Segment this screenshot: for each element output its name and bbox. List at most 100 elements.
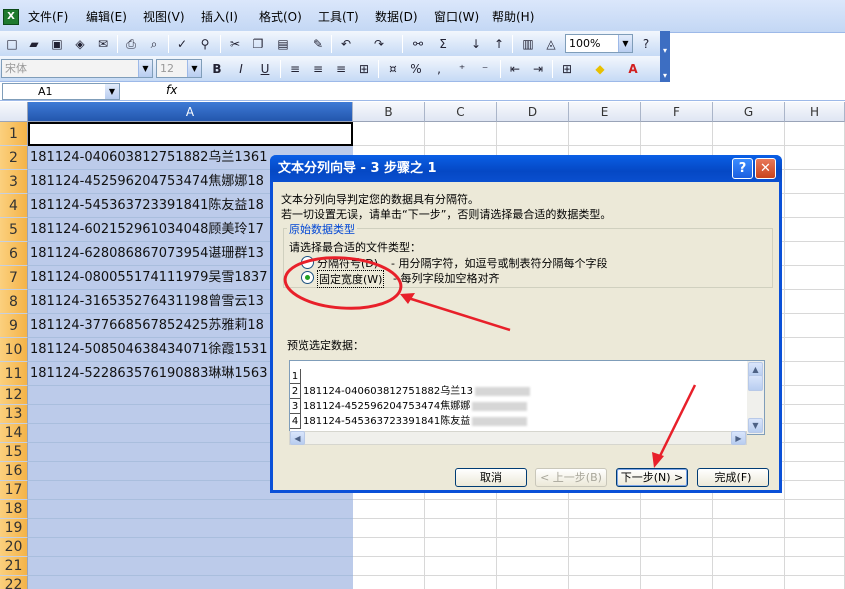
zoom-combo[interactable]: 100% ▼ xyxy=(565,34,633,53)
row-header[interactable]: 6 xyxy=(0,242,28,266)
menu-file[interactable]: 文件(F) xyxy=(28,8,68,25)
row-header[interactable]: 15 xyxy=(0,443,28,462)
comma-style-icon[interactable]: , xyxy=(430,60,448,78)
align-left-icon[interactable]: ≡ xyxy=(286,60,304,78)
print-preview-icon[interactable]: ⌕ xyxy=(145,35,163,53)
drawing-icon[interactable]: ◬ xyxy=(542,35,560,53)
menu-data[interactable]: 数据(D) xyxy=(375,8,418,25)
row-header[interactable]: 18 xyxy=(0,500,28,519)
menu-window[interactable]: 窗口(W) xyxy=(434,8,479,25)
redo-icon[interactable]: ↷ xyxy=(370,35,388,53)
format-painter-icon[interactable]: ✎ xyxy=(309,35,327,53)
font-size-combo[interactable]: 12 ▼ xyxy=(156,59,202,78)
scroll-right-icon[interactable]: ▶ xyxy=(731,431,746,445)
align-right-icon[interactable]: ≡ xyxy=(332,60,350,78)
column-header-d[interactable]: D xyxy=(497,102,569,122)
percent-icon[interactable]: % xyxy=(407,60,425,78)
row-header[interactable]: 16 xyxy=(0,462,28,481)
menu-format[interactable]: 格式(O) xyxy=(259,8,302,25)
italic-icon[interactable]: I xyxy=(232,60,250,78)
spelling-icon[interactable]: ✓ xyxy=(173,35,191,53)
permission-icon[interactable]: ◈ xyxy=(71,35,89,53)
row-header[interactable]: 20 xyxy=(0,538,28,557)
preview-vertical-scrollbar[interactable]: ▲ ▼ xyxy=(747,361,764,434)
row-header[interactable]: 10 xyxy=(0,338,28,362)
cell-a[interactable] xyxy=(28,519,353,538)
column-header-g[interactable]: G xyxy=(713,102,785,122)
paste-icon[interactable]: ▤ xyxy=(274,35,292,53)
chevron-down-icon[interactable]: ▼ xyxy=(105,84,119,99)
preview-horizontal-scrollbar[interactable]: ◀ ▶ xyxy=(289,431,747,445)
menu-tools[interactable]: 工具(T) xyxy=(318,8,359,25)
back-button[interactable]: < 上一步(B) xyxy=(535,468,607,487)
align-center-icon[interactable]: ≡ xyxy=(309,60,327,78)
new-icon[interactable]: □ xyxy=(3,35,21,53)
bold-icon[interactable]: B xyxy=(208,60,226,78)
row-header[interactable]: 12 xyxy=(0,386,28,405)
next-button[interactable]: 下一步(N) > xyxy=(616,468,688,487)
active-cell-a1[interactable] xyxy=(28,122,353,146)
scroll-left-icon[interactable]: ◀ xyxy=(290,431,305,445)
row-header[interactable]: 7 xyxy=(0,266,28,290)
help-icon[interactable]: ? xyxy=(637,35,655,53)
increase-indent-icon[interactable]: ⇥ xyxy=(529,60,547,78)
open-icon[interactable]: ▰ xyxy=(25,35,43,53)
column-header-h[interactable]: H xyxy=(785,102,845,122)
radio-fixed-width-label[interactable]: 固定宽度(W) xyxy=(317,270,385,288)
menu-edit[interactable]: 编辑(E) xyxy=(86,8,127,25)
sort-ascending-icon[interactable]: ↓ xyxy=(467,35,485,53)
row-header[interactable]: 14 xyxy=(0,424,28,443)
menu-view[interactable]: 视图(V) xyxy=(143,8,185,25)
chevron-down-icon[interactable]: ▼ xyxy=(138,60,152,77)
dialog-help-button[interactable]: ? xyxy=(732,158,753,179)
print-icon[interactable]: ⎙ xyxy=(122,35,140,53)
underline-icon[interactable]: U xyxy=(256,60,274,78)
font-name-combo[interactable]: 宋体 ▼ xyxy=(1,59,153,78)
email-icon[interactable]: ✉ xyxy=(94,35,112,53)
decrease-indent-icon[interactable]: ⇤ xyxy=(506,60,524,78)
sort-descending-icon[interactable]: ↑ xyxy=(490,35,508,53)
copy-icon[interactable]: ❐ xyxy=(249,35,267,53)
cancel-button[interactable]: 取消 xyxy=(455,468,527,487)
chevron-down-icon[interactable]: ▼ xyxy=(187,60,201,77)
scroll-down-icon[interactable]: ▼ xyxy=(748,418,763,433)
preview-box[interactable]: 1 2 181124-040603812751882乌兰13 3 181124-… xyxy=(289,360,765,435)
menu-help[interactable]: 帮助(H) xyxy=(492,8,534,25)
chart-wizard-icon[interactable]: ▥ xyxy=(519,35,537,53)
borders-icon[interactable]: ⊞ xyxy=(558,60,576,78)
row-header[interactable]: 11 xyxy=(0,362,28,386)
cell-a[interactable] xyxy=(28,557,353,576)
row-header[interactable]: 3 xyxy=(0,170,28,194)
row-header[interactable]: 4 xyxy=(0,194,28,218)
cell-a[interactable] xyxy=(28,576,353,589)
save-icon[interactable]: ▣ xyxy=(48,35,66,53)
column-header-e[interactable]: E xyxy=(569,102,641,122)
row-header[interactable]: 1 xyxy=(0,122,28,146)
autosum-icon[interactable]: Σ xyxy=(434,35,452,53)
hyperlink-icon[interactable]: ⚯ xyxy=(409,35,427,53)
dialog-close-button[interactable]: ✕ xyxy=(755,158,776,179)
merge-center-icon[interactable]: ⊞ xyxy=(355,60,373,78)
row-header[interactable]: 13 xyxy=(0,405,28,424)
excel-app-icon[interactable]: X xyxy=(3,9,19,25)
toolbar-options-icon[interactable]: ▾ xyxy=(660,31,670,57)
row-header[interactable]: 19 xyxy=(0,519,28,538)
select-all-corner[interactable] xyxy=(0,102,28,122)
fill-color-icon[interactable]: ◆ xyxy=(591,60,609,78)
undo-icon[interactable]: ↶ xyxy=(337,35,355,53)
column-header-f[interactable]: F xyxy=(641,102,713,122)
row-header[interactable]: 21 xyxy=(0,557,28,576)
toolbar-options-icon[interactable]: ▾ xyxy=(660,56,670,82)
currency-icon[interactable]: ¤ xyxy=(384,60,402,78)
cell-a[interactable] xyxy=(28,538,353,557)
row-header[interactable]: 2 xyxy=(0,146,28,170)
column-header-a[interactable]: A xyxy=(28,102,353,122)
research-icon[interactable]: ⚲ xyxy=(196,35,214,53)
row-header[interactable]: 17 xyxy=(0,481,28,500)
column-header-b[interactable]: B xyxy=(353,102,425,122)
scroll-thumb[interactable] xyxy=(748,375,763,391)
decrease-decimal-icon[interactable]: ⁻ xyxy=(476,60,494,78)
chevron-down-icon[interactable]: ▼ xyxy=(618,35,632,52)
radio-delimited[interactable] xyxy=(301,256,314,269)
row-header[interactable]: 5 xyxy=(0,218,28,242)
